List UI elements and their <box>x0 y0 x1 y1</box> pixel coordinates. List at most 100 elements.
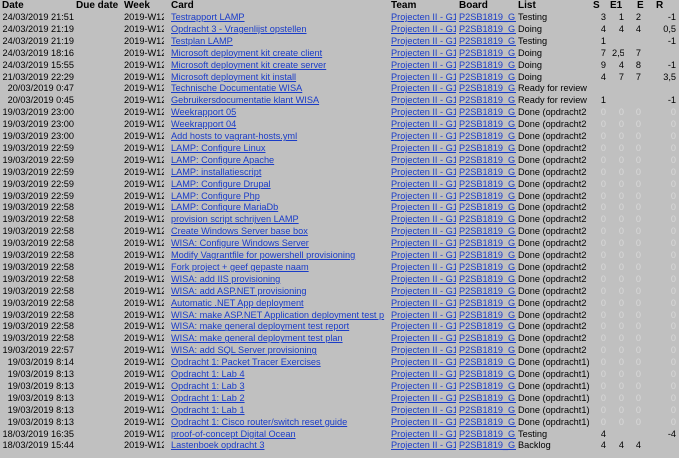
team-link[interactable]: Projecten II - G1 <box>391 310 456 322</box>
team-link[interactable]: Projecten II - G1 <box>391 333 456 345</box>
team-link[interactable]: Projecten II - G1 <box>391 321 456 333</box>
card-link[interactable]: LAMP: installatiescript <box>171 167 388 179</box>
board-link[interactable]: P2SB1819_G1 <box>459 250 516 262</box>
card-link[interactable]: Opdracht 3 - Vragenlijst opstellen <box>171 24 388 36</box>
card-link[interactable]: Weekrapport 04 <box>171 119 388 131</box>
board-link[interactable]: P2SB1819_G1 <box>459 274 516 286</box>
board-link[interactable]: P2SB1819_G1 <box>459 310 516 322</box>
header-e1[interactable]: E1 <box>610 0 622 12</box>
team-link[interactable]: Projecten II - G1 <box>391 191 456 203</box>
card-link[interactable]: Opdracht 1: Lab 3 <box>171 381 388 393</box>
card-link[interactable]: Opdracht 1: Lab 1 <box>171 405 388 417</box>
board-link[interactable]: P2SB1819_G1 <box>459 405 516 417</box>
team-link[interactable]: Projecten II - G1 <box>391 369 456 381</box>
table-row[interactable]: 19/03/2019 8:13 2019-W12 Opdracht 1: Lab 4… <box>0 369 679 381</box>
board-link[interactable]: P2SB1819_G1 <box>459 36 516 48</box>
team-link[interactable]: Projecten II - G1 <box>391 143 456 155</box>
team-link[interactable]: Projecten II - G1 <box>391 119 456 131</box>
table-row[interactable]: 19/03/2019 8:13 2019-W12 Opdracht 1: Cisco… <box>0 417 679 429</box>
board-link[interactable]: P2SB1819_G1 <box>459 202 516 214</box>
board-link[interactable]: P2SB1819_G1 <box>459 357 516 369</box>
board-link[interactable]: P2SB1819_G1 <box>459 95 516 107</box>
card-link[interactable]: Add hosts to vagrant-hosts.yml <box>171 131 388 143</box>
card-link[interactable]: Fork project + geef gepaste naam <box>171 262 388 274</box>
board-link[interactable]: P2SB1819_G1 <box>459 214 516 226</box>
board-link[interactable]: P2SB1819_G1 <box>459 60 516 72</box>
table-row[interactable]: 24/03/2019 18:16 2019-W12 Microsoft deploy… <box>0 48 679 60</box>
team-link[interactable]: Projecten II - G1 <box>391 429 456 441</box>
table-row[interactable]: 19/03/2019 22:58 2019-W12 WISA: add ASP.NE… <box>0 286 679 298</box>
team-link[interactable]: Projecten II - G1 <box>391 357 456 369</box>
team-link[interactable]: Projecten II - G1 <box>391 298 456 310</box>
board-link[interactable]: P2SB1819_G1 <box>459 393 516 405</box>
board-link[interactable]: P2SB1819_G1 <box>459 417 516 429</box>
team-link[interactable]: Projecten II - G1 <box>391 202 456 214</box>
team-link[interactable]: Projecten II - G1 <box>391 24 456 36</box>
card-link[interactable]: LAMP: Configure MariaDb <box>171 202 388 214</box>
board-link[interactable]: P2SB1819_G1 <box>459 143 516 155</box>
card-link[interactable]: LAMP: Configure Drupal <box>171 179 388 191</box>
board-link[interactable]: P2SB1819_G1 <box>459 179 516 191</box>
card-link[interactable]: LAMP: Configure Linux <box>171 143 388 155</box>
board-link[interactable]: P2SB1819_G1 <box>459 226 516 238</box>
table-row[interactable]: 19/03/2019 22:58 2019-W12 Modify Vagrantfi… <box>0 250 679 262</box>
card-link[interactable]: Create Windows Server base box <box>171 226 388 238</box>
table-row[interactable]: 19/03/2019 22:58 2019-W12 WISA: Configure … <box>0 238 679 250</box>
card-link[interactable]: WISA: make general deployment test repor… <box>171 321 388 333</box>
board-link[interactable]: P2SB1819_G1 <box>459 155 516 167</box>
card-link[interactable]: Opdracht 1: Lab 2 <box>171 393 388 405</box>
table-row[interactable]: 19/03/2019 22:58 2019-W12 WISA: make ASP.N… <box>0 310 679 322</box>
board-link[interactable]: P2SB1819_G1 <box>459 107 516 119</box>
card-link[interactable]: Microsoft deployment kit create client <box>171 48 388 60</box>
board-link[interactable]: P2SB1819_G1 <box>459 238 516 250</box>
board-link[interactable]: P2SB1819_G1 <box>459 298 516 310</box>
team-link[interactable]: Projecten II - G1 <box>391 345 456 357</box>
card-link[interactable]: provision script schrijven LAMP <box>171 214 388 226</box>
board-link[interactable]: P2SB1819_G1 <box>459 167 516 179</box>
board-link[interactable]: P2SB1819_G1 <box>459 321 516 333</box>
card-link[interactable]: proof-of-concept Digital Ocean <box>171 429 388 441</box>
card-link[interactable]: LAMP: Configure Php <box>171 191 388 203</box>
table-row[interactable]: 19/03/2019 22:58 2019-W12 Fork project + g… <box>0 262 679 274</box>
team-link[interactable]: Projecten II - G1 <box>391 226 456 238</box>
card-link[interactable]: Weekrapport 05 <box>171 107 388 119</box>
header-team[interactable]: Team <box>391 0 416 12</box>
team-link[interactable]: Projecten II - G1 <box>391 417 456 429</box>
table-row[interactable]: 19/03/2019 22:58 2019-W12 WISA: add IIS pr… <box>0 274 679 286</box>
header-card[interactable]: Card <box>171 0 194 12</box>
table-row[interactable]: 19/03/2019 22:58 2019-W12 Automatic .NET A… <box>0 298 679 310</box>
board-link[interactable]: P2SB1819_G1 <box>459 286 516 298</box>
card-link[interactable]: WISA: add SQL Server provisioning <box>171 345 388 357</box>
board-link[interactable]: P2SB1819_G1 <box>459 262 516 274</box>
board-link[interactable]: P2SB1819_G1 <box>459 440 516 452</box>
board-link[interactable]: P2SB1819_G1 <box>459 12 516 24</box>
card-link[interactable]: Automatic .NET App deployment <box>171 298 388 310</box>
table-row[interactable]: 19/03/2019 8:13 2019-W12 Opdracht 1: Lab 2… <box>0 393 679 405</box>
card-link[interactable]: Microsoft deployment kit create server <box>171 60 388 72</box>
board-link[interactable]: P2SB1819_G1 <box>459 345 516 357</box>
table-row[interactable]: 24/03/2019 21:19 2019-W12 Testplan LAMP Pro… <box>0 36 679 48</box>
table-row[interactable]: 19/03/2019 22:58 2019-W12 provision script… <box>0 214 679 226</box>
board-link[interactable]: P2SB1819_G1 <box>459 83 516 95</box>
header-e[interactable]: E <box>637 0 644 12</box>
table-row[interactable]: 19/03/2019 22:58 2019-W12 Create Windows S… <box>0 226 679 238</box>
table-row[interactable]: 19/03/2019 22:58 2019-W12 WISA: make gener… <box>0 333 679 345</box>
header-s[interactable]: S <box>593 0 600 12</box>
team-link[interactable]: Projecten II - G1 <box>391 60 456 72</box>
team-link[interactable]: Projecten II - G1 <box>391 214 456 226</box>
table-row[interactable]: 19/03/2019 22:58 2019-W12 LAMP: Configure … <box>0 202 679 214</box>
team-link[interactable]: Projecten II - G1 <box>391 179 456 191</box>
board-link[interactable]: P2SB1819_G1 <box>459 369 516 381</box>
card-link[interactable]: Opdracht 1: Cisco router/switch reset gu… <box>171 417 388 429</box>
team-link[interactable]: Projecten II - G1 <box>391 95 456 107</box>
team-link[interactable]: Projecten II - G1 <box>391 405 456 417</box>
team-link[interactable]: Projecten II - G1 <box>391 72 456 84</box>
table-row[interactable]: 19/03/2019 22:58 2019-W12 WISA: make gener… <box>0 321 679 333</box>
card-link[interactable]: WISA: make general deployment test plan <box>171 333 388 345</box>
team-link[interactable]: Projecten II - G1 <box>391 48 456 60</box>
table-row[interactable]: 19/03/2019 8:14 2019-W12 Opdracht 1: Packe… <box>0 357 679 369</box>
table-row[interactable]: 18/03/2019 16:35 2019-W12 proof-of-concept… <box>0 429 679 441</box>
card-link[interactable]: Lastenboek opdracht 3 <box>171 440 388 452</box>
card-link[interactable]: Opdracht 1: Lab 4 <box>171 369 388 381</box>
board-link[interactable]: P2SB1819_G1 <box>459 72 516 84</box>
